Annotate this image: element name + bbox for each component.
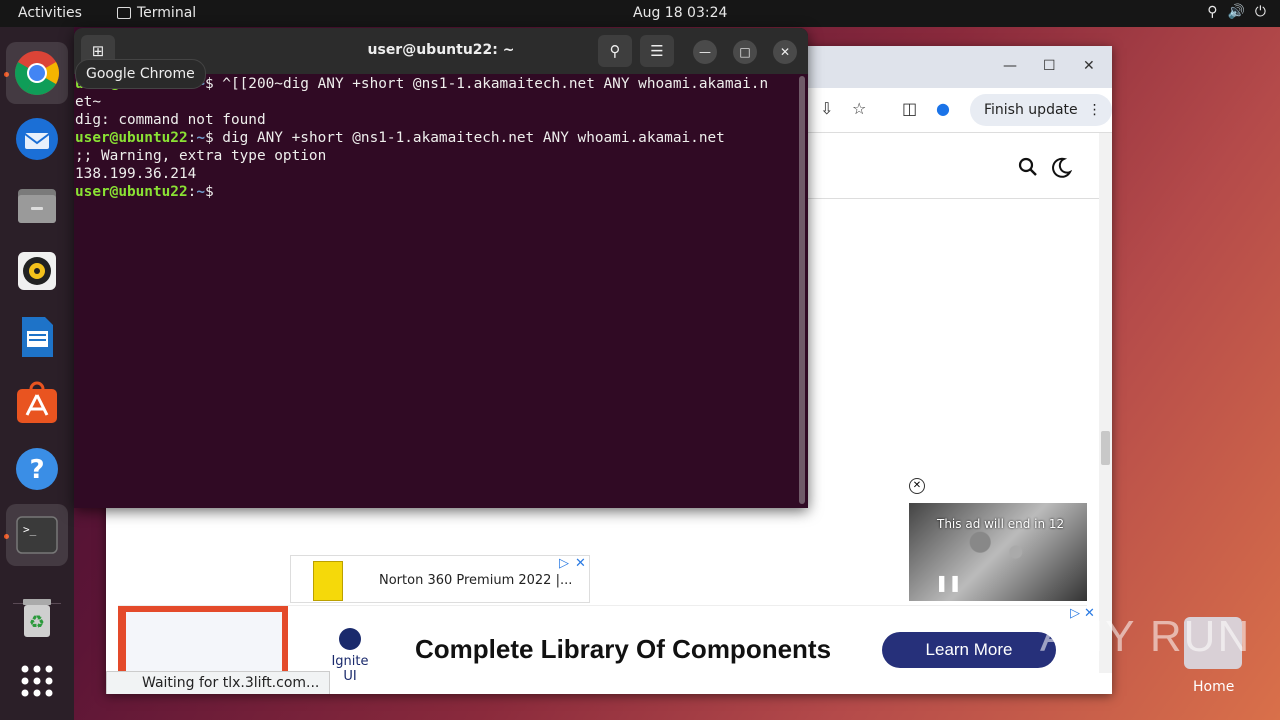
terminal-scrollbar[interactable]	[799, 76, 805, 504]
anyrun-watermark: ANY RUN	[1040, 612, 1252, 661]
dock-help[interactable]: ?	[6, 438, 68, 500]
top-bar: Activities Terminal Aug 18 03:24 ⚲ 🔊 ⏻	[0, 0, 1280, 27]
terminal-icon: >_	[16, 516, 58, 554]
banner-brand: Ignite UI	[331, 654, 369, 684]
profile-icon[interactable]: ●	[936, 99, 950, 118]
norton-ad-text: Norton 360 Premium 2022 |...	[379, 573, 573, 588]
finish-update-label: Finish update	[984, 102, 1078, 118]
ad-close-icon[interactable]: ✕	[575, 556, 586, 571]
terminal-line: dig: command not found	[75, 112, 266, 128]
volume-icon: 🔊	[1227, 4, 1245, 20]
dock-chrome[interactable]	[6, 42, 68, 104]
dock-rhythmbox[interactable]	[6, 240, 68, 302]
scrollbar-thumb[interactable]	[1101, 431, 1110, 465]
clock[interactable]: Aug 18 03:24	[633, 5, 727, 21]
finish-update-button[interactable]: Finish update ⋮	[970, 94, 1112, 126]
install-icon[interactable]: ⇩	[820, 99, 833, 118]
close-ad-icon[interactable]: ✕	[909, 478, 925, 494]
minimize-icon[interactable]: —	[1003, 58, 1017, 74]
thunderbird-icon	[16, 118, 58, 160]
side-panel-icon[interactable]: ◫	[902, 99, 917, 118]
banner-headline: Complete Library Of Components	[415, 634, 832, 664]
rocket-icon	[339, 628, 361, 650]
app-menu[interactable]: Terminal	[117, 5, 196, 21]
dock-thunderbird[interactable]	[6, 108, 68, 170]
close-icon[interactable]: ✕	[773, 40, 797, 64]
more-menu-icon: ⋮	[1087, 102, 1102, 118]
terminal-line: et~	[75, 94, 101, 110]
search-icon[interactable]: ⚲	[598, 35, 632, 67]
close-icon[interactable]: ✕	[1083, 58, 1095, 74]
power-icon: ⏻	[1254, 4, 1266, 20]
maximize-icon[interactable]: ☐	[1043, 58, 1056, 74]
home-folder-label[interactable]: Home	[1193, 679, 1234, 695]
dock-show-apps[interactable]	[6, 650, 68, 712]
dock-trash[interactable]: ♻	[6, 586, 68, 648]
svg-text:♻: ♻	[29, 612, 45, 633]
terminal-icon	[117, 7, 131, 19]
video-ad[interactable]: This ad will end in 12 ❚❚	[909, 503, 1087, 601]
dock-files[interactable]	[6, 174, 68, 236]
app-menu-label: Terminal	[137, 5, 197, 21]
dock: ? >_ ♻	[0, 27, 74, 720]
files-icon	[18, 189, 56, 223]
bookmark-star-icon[interactable]: ☆	[852, 99, 866, 118]
minimize-icon[interactable]: —	[693, 40, 717, 64]
terminal-output[interactable]: user@ubuntu22:~$ ^[[200~dig ANY +short @…	[75, 75, 795, 201]
dock-writer[interactable]	[6, 306, 68, 368]
terminal-line: ;; Warning, extra type option	[75, 148, 327, 164]
page-scrollbar[interactable]	[1099, 133, 1112, 673]
pause-icon[interactable]: ❚❚	[935, 573, 962, 592]
activities-button[interactable]: Activities	[18, 5, 82, 21]
terminal-line: 138.199.36.214	[75, 166, 197, 182]
rhythmbox-icon	[18, 252, 56, 290]
system-menu[interactable]: ⚲ 🔊 ⏻	[1207, 4, 1266, 20]
hamburger-menu-icon[interactable]: ☰	[640, 35, 674, 67]
dock-software[interactable]	[6, 372, 68, 434]
terminal-window: ⊞ user@ubuntu22: ~ ⚲ ☰ — □ ✕ user@ubuntu…	[74, 28, 808, 508]
software-store-icon	[17, 381, 57, 423]
help-icon: ?	[16, 448, 58, 490]
trash-icon: ♻	[23, 599, 51, 637]
svg-text:>_: >_	[23, 523, 37, 536]
terminal-line: user@ubuntu22:~$ dig ANY +short @ns1-1.a…	[75, 130, 725, 146]
dark-mode-icon[interactable]	[1050, 157, 1072, 179]
status-bubble: Waiting for tlx.3lift.com...	[106, 671, 331, 694]
search-icon[interactable]	[1018, 157, 1038, 177]
dock-tooltip: Google Chrome	[75, 59, 206, 89]
video-ad-caption: This ad will end in 12	[937, 517, 1065, 531]
maximize-icon[interactable]: □	[733, 40, 757, 64]
adchoices-icon[interactable]: ▷	[559, 556, 569, 571]
dock-terminal[interactable]: >_	[6, 504, 68, 566]
terminal-line: user@ubuntu22:~$	[75, 184, 214, 200]
writer-icon	[22, 317, 53, 357]
network-icon: ⚲	[1207, 4, 1218, 20]
app-grid-icon	[21, 665, 53, 697]
chrome-icon	[15, 51, 59, 95]
norton-product-image	[313, 561, 343, 601]
svg-text:?: ?	[29, 455, 44, 485]
learn-more-button[interactable]: Learn More	[882, 632, 1056, 668]
norton-ad[interactable]: Norton 360 Premium 2022 |... ▷ ✕	[290, 555, 590, 603]
ignite-logo: Ignite UI	[326, 628, 374, 684]
